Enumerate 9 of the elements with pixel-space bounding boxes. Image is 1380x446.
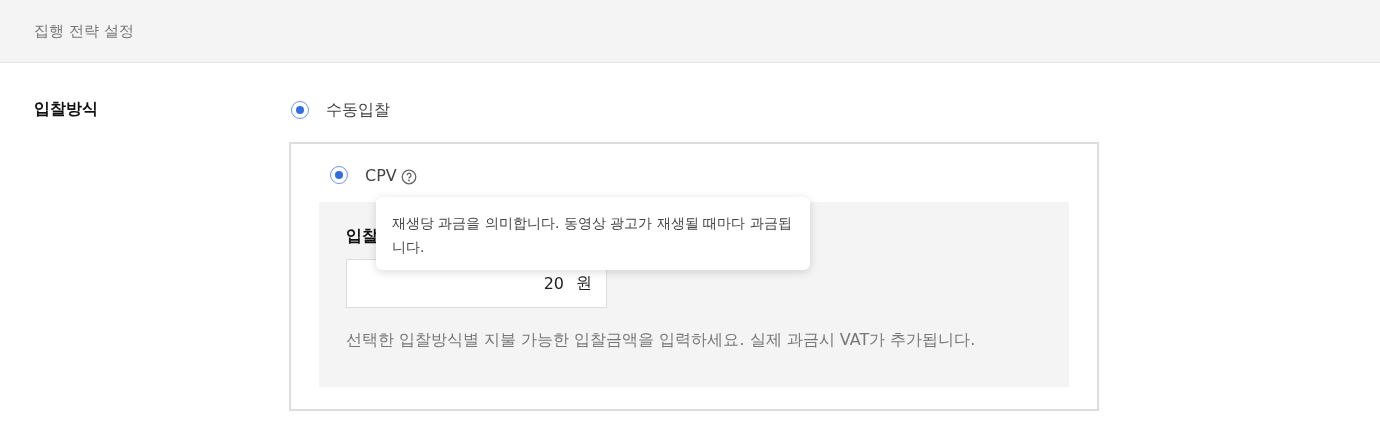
- tooltip: 재생당 과금을 의미합니다. 동영상 광고가 재생될 때마다 과금됩니다.: [376, 197, 810, 270]
- help-text: 선택한 입찰방식별 지불 가능한 입찰금액을 입력하세요. 실제 과금시 VAT가 추가됩니다.: [346, 330, 977, 351]
- option-label[interactable]: CPV: [365, 165, 397, 185]
- field-label: 입찰: [346, 226, 379, 247]
- help-icon[interactable]: [400, 168, 417, 185]
- unit-label: 원: [576, 273, 592, 294]
- section-title: 집행 전략 설정: [34, 21, 134, 41]
- option-label[interactable]: 수동입찰: [326, 99, 390, 121]
- field-label: 입찰방식: [33, 98, 99, 120]
